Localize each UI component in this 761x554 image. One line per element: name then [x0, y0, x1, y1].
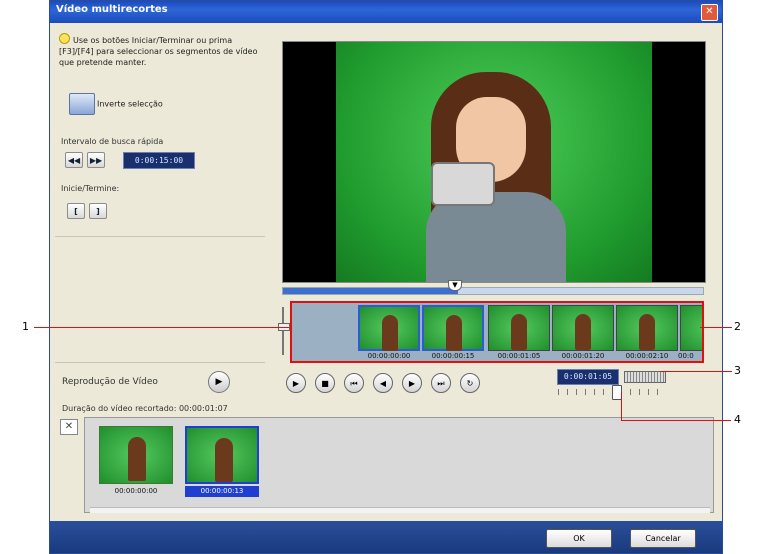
callout-line	[621, 392, 622, 420]
person-figure	[703, 314, 704, 350]
go-to-end-button[interactable]: ⏭	[431, 373, 451, 393]
clip-list-scrollbar[interactable]	[90, 507, 710, 513]
frame-timecode: 00:00:00:15	[431, 352, 475, 360]
frame-timecode: 00:00:00:00	[367, 352, 411, 360]
person-figure	[128, 437, 146, 481]
start-end-label: Inicie/Termine:	[61, 184, 120, 193]
frame-thumbnail[interactable]	[680, 305, 704, 351]
speed-slider[interactable]	[558, 385, 664, 400]
invert-selection-label: Inverte selecção	[97, 99, 163, 109]
zoom-track	[282, 307, 284, 355]
clip-timecode: 00:00:00:00	[114, 487, 158, 495]
jog-wheel[interactable]	[624, 371, 666, 383]
next-frame-button[interactable]: ▶	[402, 373, 422, 393]
fast-search-interval-input[interactable]: 0:00:15:00	[123, 152, 195, 169]
invert-selection-button[interactable]: Inverte selecção	[69, 93, 163, 115]
frame-thumbnail[interactable]	[358, 305, 420, 351]
video-frame	[336, 42, 652, 282]
stop-button[interactable]: ■	[315, 373, 335, 393]
divider	[55, 236, 265, 237]
person-figure	[639, 314, 655, 350]
frame-timecode: 00:00:02:10	[625, 352, 669, 360]
play-button[interactable]: ▶	[286, 373, 306, 393]
preview-scrub-bar[interactable]: ▼	[282, 280, 704, 295]
clip-thumbnail[interactable]	[185, 426, 259, 484]
fast-forward-button[interactable]: ▶▶	[87, 152, 105, 168]
clip-thumbnail[interactable]	[99, 426, 173, 484]
lightbulb-icon	[59, 33, 70, 44]
callout-4: 4	[734, 413, 741, 426]
person-figure	[215, 438, 233, 482]
person-figure	[511, 314, 527, 350]
frame-strip[interactable]: 00:00:00:00 00:00:00:15 00:00:01:05 00:0…	[290, 301, 704, 363]
frame-timecode: 00:00:01:20	[561, 352, 605, 360]
frame-timecode: 00:00:01:05	[497, 352, 541, 360]
frame-timecode: 00:0	[678, 352, 694, 360]
clip-timecode: 00:00:00:13	[185, 486, 259, 497]
person-figure	[575, 314, 591, 350]
divider	[55, 362, 265, 363]
multi-trim-dialog: Vídeo multirecortes ✕ Use os botões Inic…	[49, 0, 723, 554]
video-preview	[282, 41, 706, 283]
playback-icon[interactable]: ▶	[208, 371, 230, 393]
invert-selection-icon	[69, 93, 95, 115]
dialog-footer: OK Cancelar	[50, 521, 722, 553]
frame-thumbnail[interactable]	[422, 305, 484, 351]
slider-ticks	[558, 389, 664, 395]
clip-list: 00:00:00:00 00:00:00:13	[84, 417, 714, 513]
window-title: Vídeo multirecortes	[56, 4, 168, 15]
cancel-button[interactable]: Cancelar	[630, 529, 696, 548]
frame-thumbnail[interactable]	[552, 305, 614, 351]
fast-search-label: Intervalo de busca rápida	[61, 137, 164, 146]
frame-thumbnail[interactable]	[488, 305, 550, 351]
camcorder-image	[431, 162, 495, 206]
title-bar: Vídeo multirecortes ✕	[50, 1, 722, 23]
callout-2: 2	[734, 320, 741, 333]
previous-frame-button[interactable]: ◀	[373, 373, 393, 393]
frame-thumbnail[interactable]	[616, 305, 678, 351]
mark-start-button[interactable]: [	[67, 203, 85, 219]
playback-label: Reprodução de Vídeo	[62, 377, 158, 387]
hint-text: Use os botões Iniciar/Terminar ou prima …	[59, 33, 264, 68]
ok-button[interactable]: OK	[546, 529, 612, 548]
timecode-display[interactable]: 0:00:01:05	[557, 369, 619, 385]
person-figure	[382, 315, 398, 351]
callout-line	[621, 420, 731, 421]
repeat-button[interactable]: ↻	[460, 373, 480, 393]
close-icon[interactable]: ✕	[701, 4, 718, 21]
person-figure	[446, 315, 462, 351]
left-panel: Use os botões Iniciar/Terminar ou prima …	[55, 29, 268, 409]
go-to-start-button[interactable]: ⏮	[344, 373, 364, 393]
scrub-handle[interactable]: ▼	[448, 280, 462, 291]
hint-text-body: Use os botões Iniciar/Terminar ou prima …	[59, 36, 258, 67]
callout-line	[660, 371, 732, 372]
callout-line	[700, 327, 732, 328]
rewind-button[interactable]: ◀◀	[65, 152, 83, 168]
callout-3: 3	[734, 364, 741, 377]
delete-clip-button[interactable]: ✕	[60, 419, 78, 435]
mark-end-button[interactable]: ]	[89, 203, 107, 219]
timeline-zoom-slider[interactable]	[278, 301, 290, 361]
callout-1: 1	[22, 320, 29, 333]
callout-line	[34, 327, 289, 328]
trimmed-duration: Duração do vídeo recortado: 00:00:01:07	[62, 404, 228, 413]
scrub-fill	[283, 288, 458, 294]
